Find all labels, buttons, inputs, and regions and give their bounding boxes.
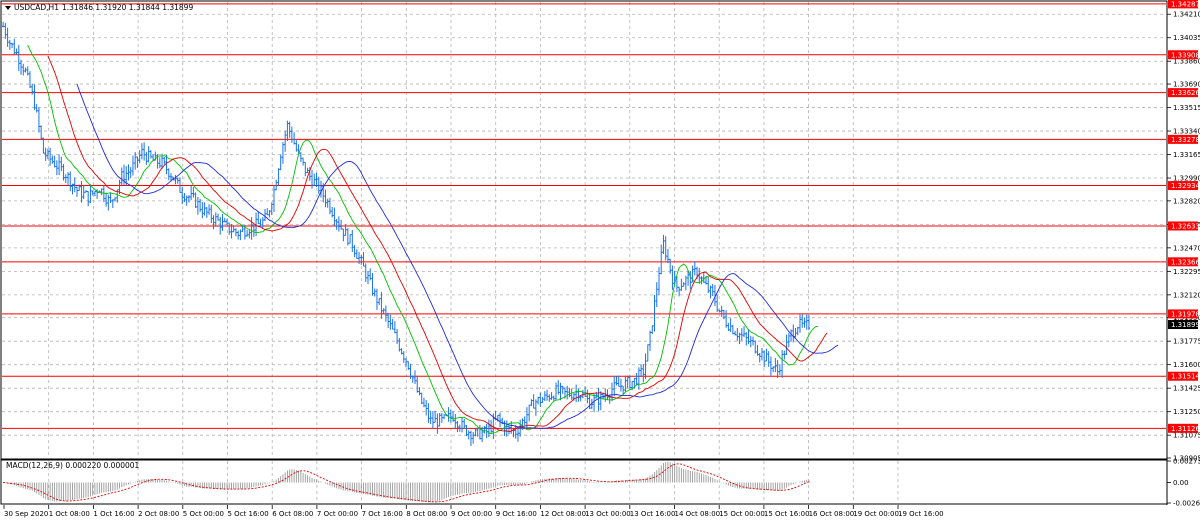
- price-tick-label: 1.33690: [1173, 81, 1200, 89]
- time-tick-label: 5 Oct 00:00: [183, 510, 224, 518]
- time-tick-label: 1 Oct 16:00: [93, 510, 134, 518]
- level-price-label: 1.32366: [1171, 258, 1200, 266]
- time-tick-label: 30 Sep 2020: [4, 510, 48, 518]
- chart-symbol-label: USDCAD,H1: [14, 3, 59, 12]
- price-tick-label: 1.34210: [1173, 11, 1200, 19]
- time-tick-label: 2 Oct 08:00: [138, 510, 179, 518]
- price-tick-label: 1.31775: [1173, 338, 1200, 346]
- time-tick-label: 16 Oct 08:00: [809, 510, 855, 518]
- level-price-label: 1.33278: [1171, 136, 1200, 144]
- macd-tick-label: 0.00: [1173, 479, 1189, 487]
- time-tick-label: 5 Oct 16:00: [228, 510, 269, 518]
- price-tick-label: 1.31425: [1173, 385, 1200, 393]
- chart-canvas[interactable]: 1.342101.340351.338601.336901.335151.333…: [0, 0, 1200, 523]
- price-tick-label: 1.34035: [1173, 34, 1200, 42]
- ohlc-values: 1.31846 1.31920 1.31844 1.31899: [62, 3, 193, 12]
- time-tick-label: 12 Oct 08:00: [540, 510, 586, 518]
- price-tick-label: 1.33340: [1173, 128, 1200, 136]
- current-price-label: 1.31899: [1171, 321, 1200, 329]
- price-tick-label: 1.31075: [1173, 432, 1200, 440]
- time-tick-label: 14 Oct 08:00: [675, 510, 721, 518]
- time-tick-label: 19 Oct 16:00: [898, 510, 944, 518]
- time-tick-label: 6 Oct 08:00: [272, 510, 313, 518]
- price-tick-label: 1.32470: [1173, 244, 1200, 252]
- time-tick-label: 13 Oct 16:00: [630, 510, 676, 518]
- time-tick-label: 7 Oct 00:00: [317, 510, 358, 518]
- price-tick-label: 1.32120: [1173, 291, 1200, 299]
- time-tick-label: 15 Oct 16:00: [764, 510, 810, 518]
- level-price-label: 1.34287: [1171, 0, 1200, 8]
- time-tick-label: 1 Oct 08:00: [49, 510, 90, 518]
- price-tick-label: 1.31250: [1173, 408, 1200, 416]
- macd-tick-label: -0.002612: [1173, 500, 1200, 508]
- macd-indicator-label: MACD(12,26,9) 0.000220 0.000001: [6, 461, 140, 470]
- price-tick-label: 1.32295: [1173, 268, 1200, 276]
- level-price-label: 1.31978: [1171, 310, 1200, 318]
- time-tick-label: 8 Oct 08:00: [406, 510, 447, 518]
- time-tick-label: 19 Oct 00:00: [853, 510, 899, 518]
- time-tick-label: 7 Oct 16:00: [362, 510, 403, 518]
- level-price-label: 1.33908: [1171, 51, 1200, 59]
- price-tick-label: 1.32820: [1173, 197, 1200, 205]
- level-price-label: 1.32633: [1171, 222, 1200, 230]
- level-price-label: 1.32934: [1171, 182, 1200, 190]
- level-price-label: 1.31514: [1171, 373, 1200, 381]
- level-price-label: 1.33626: [1171, 89, 1200, 97]
- time-tick-label: 9 Oct 16:00: [496, 510, 537, 518]
- time-tick-label: 15 Oct 00:00: [719, 510, 765, 518]
- price-tick-label: 1.33515: [1173, 104, 1200, 112]
- price-tick-label: 1.31600: [1173, 361, 1200, 369]
- macd-tick-label: 0.002739: [1173, 458, 1200, 466]
- price-tick-label: 1.33165: [1173, 151, 1200, 159]
- time-tick-label: 13 Oct 00:00: [585, 510, 631, 518]
- level-price-label: 1.31126: [1171, 425, 1200, 433]
- time-tick-label: 9 Oct 00:00: [451, 510, 492, 518]
